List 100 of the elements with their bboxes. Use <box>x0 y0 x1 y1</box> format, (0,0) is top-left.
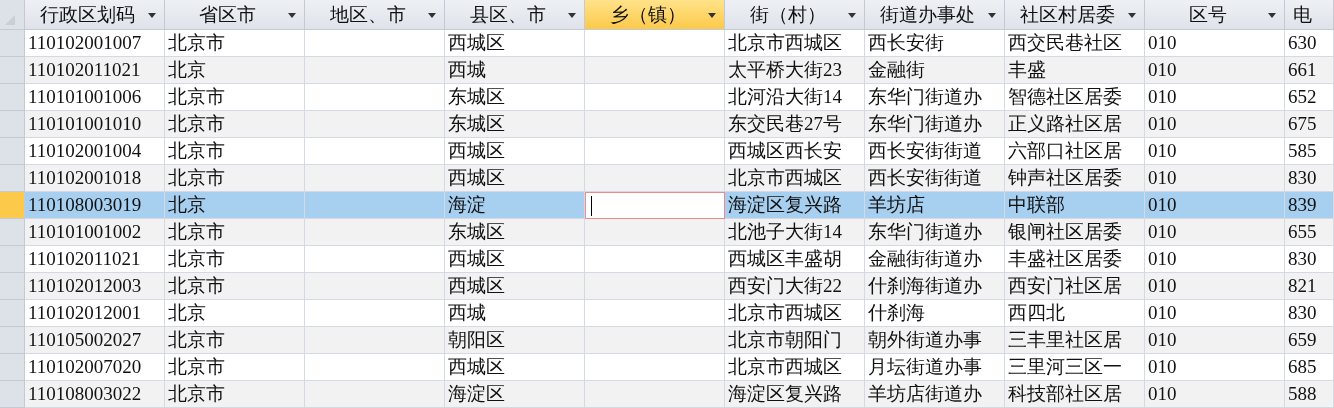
column-header[interactable]: 街道办事处 <box>865 0 1005 30</box>
table-cell: 北京市西城区 <box>725 300 865 327</box>
input-field[interactable] <box>585 192 725 219</box>
table-cell: 西城 <box>445 300 585 327</box>
column-header[interactable]: 电 <box>1285 0 1334 30</box>
row-selector[interactable] <box>0 381 25 408</box>
table-cell: 北京 <box>165 300 305 327</box>
dropdown-arrow-icon[interactable] <box>1268 13 1276 18</box>
row-selector[interactable] <box>0 192 25 219</box>
table-cell: 北京市 <box>165 138 305 165</box>
table-cell: 太平桥大街23 <box>725 57 865 84</box>
table-cell: 银闸社区居委 <box>1005 219 1145 246</box>
table-cell: 钟声社区居委 <box>1005 165 1145 192</box>
table-cell: 北京市 <box>165 273 305 300</box>
select-all-corner[interactable] <box>0 0 25 30</box>
table-cell: 010 <box>1145 192 1285 219</box>
table-cell: 西城区 <box>445 354 585 381</box>
column-header[interactable]: 省区市 <box>165 0 305 30</box>
table-cell: 010 <box>1145 111 1285 138</box>
text-cursor <box>591 195 592 216</box>
table-cell: 丰盛社区居委 <box>1005 246 1145 273</box>
table-cell: 朝阳区 <box>445 327 585 354</box>
table-cell: 北京市西城区 <box>725 354 865 381</box>
table-cell: 羊坊店街道办 <box>865 381 1005 408</box>
table-cell: 北京市朝阳门 <box>725 327 865 354</box>
table-cell: 智德社区居委 <box>1005 84 1145 111</box>
table-cell: 北京 <box>165 57 305 84</box>
row-selector[interactable] <box>0 138 25 165</box>
column-header[interactable]: 行政区划码 <box>25 0 165 30</box>
table-cell: 西长安街 <box>865 30 1005 57</box>
table-cell: 北京市西城区 <box>725 165 865 192</box>
column-header[interactable]: 县区、市 <box>445 0 585 30</box>
table-cell: 东华门街道办 <box>865 84 1005 111</box>
dropdown-arrow-icon[interactable] <box>568 13 576 18</box>
row-selector[interactable] <box>0 300 25 327</box>
table-cell: 830 <box>1285 246 1334 273</box>
table-cell: 110102001018 <box>25 165 165 192</box>
table-cell: 西城区西长安 <box>725 138 865 165</box>
column-header[interactable]: 社区村居委 <box>1005 0 1145 30</box>
table-cell: 海淀区 <box>445 381 585 408</box>
column-header[interactable]: 地区、市 <box>305 0 445 30</box>
table-cell: 675 <box>1285 111 1334 138</box>
dropdown-arrow-icon[interactable] <box>848 13 856 18</box>
table-cell: 三里河三区一 <box>1005 354 1145 381</box>
table-cell: 010 <box>1145 219 1285 246</box>
table-cell: 西城区 <box>445 30 585 57</box>
table-cell: 110102012003 <box>25 273 165 300</box>
table-cell: 588 <box>1285 381 1334 408</box>
row-selector[interactable] <box>0 84 25 111</box>
table-cell: 西城区 <box>445 165 585 192</box>
table-cell: 652 <box>1285 84 1334 111</box>
row-selector[interactable] <box>0 246 25 273</box>
table-cell: 北京 <box>165 192 305 219</box>
row-selector[interactable] <box>0 273 25 300</box>
table-cell: 010 <box>1145 300 1285 327</box>
table-cell: 三丰里社区居 <box>1005 327 1145 354</box>
column-header[interactable]: 区号 <box>1145 0 1285 30</box>
table-cell: 110102012001 <box>25 300 165 327</box>
dropdown-arrow-icon[interactable] <box>988 13 996 18</box>
table-cell: 110102011021 <box>25 246 165 273</box>
table-cell: 什刹海 <box>865 300 1005 327</box>
table-cell: 中联部 <box>1005 192 1145 219</box>
table-cell: 北京市 <box>165 30 305 57</box>
dropdown-arrow-icon[interactable] <box>428 13 436 18</box>
table-cell: 东交民巷27号 <box>725 111 865 138</box>
row-selector[interactable] <box>0 111 25 138</box>
table-cell: 010 <box>1145 381 1285 408</box>
column-header[interactable]: 乡（镇） <box>585 0 725 30</box>
row-selector[interactable] <box>0 165 25 192</box>
table-cell: 海淀 <box>445 192 585 219</box>
table-cell: 西城 <box>445 57 585 84</box>
dropdown-arrow-icon[interactable] <box>288 13 296 18</box>
table-cell: 科技部社区居 <box>1005 381 1145 408</box>
table-cell: 北京市 <box>165 354 305 381</box>
row-selector[interactable] <box>0 327 25 354</box>
column-header[interactable]: 街（村） <box>725 0 865 30</box>
table-cell: 110102007020 <box>25 354 165 381</box>
table-cell: 685 <box>1285 354 1334 381</box>
table-cell: 北京市 <box>165 84 305 111</box>
dropdown-arrow-icon[interactable] <box>148 13 156 18</box>
table-cell: 西城区丰盛胡 <box>725 246 865 273</box>
table-cell: 北京市 <box>165 381 305 408</box>
table-cell: 西安门大街22 <box>725 273 865 300</box>
table-cell: 661 <box>1285 57 1334 84</box>
dropdown-arrow-icon[interactable] <box>708 13 716 18</box>
table-cell: 北京市 <box>165 165 305 192</box>
table-cell: 东城区 <box>445 84 585 111</box>
table-cell: 东华门街道办 <box>865 219 1005 246</box>
table-cell: 北池子大街14 <box>725 219 865 246</box>
table-cell: 630 <box>1285 30 1334 57</box>
table-cell: 110102011021 <box>25 57 165 84</box>
table-cell: 西交民巷社区 <box>1005 30 1145 57</box>
table-cell: 659 <box>1285 327 1334 354</box>
table-cell: 110102001007 <box>25 30 165 57</box>
row-selector[interactable] <box>0 354 25 381</box>
row-selector[interactable] <box>0 30 25 57</box>
row-selector[interactable] <box>0 57 25 84</box>
dropdown-arrow-icon[interactable] <box>1128 13 1136 18</box>
row-selector[interactable] <box>0 219 25 246</box>
table-cell: 东华门街道办 <box>865 111 1005 138</box>
